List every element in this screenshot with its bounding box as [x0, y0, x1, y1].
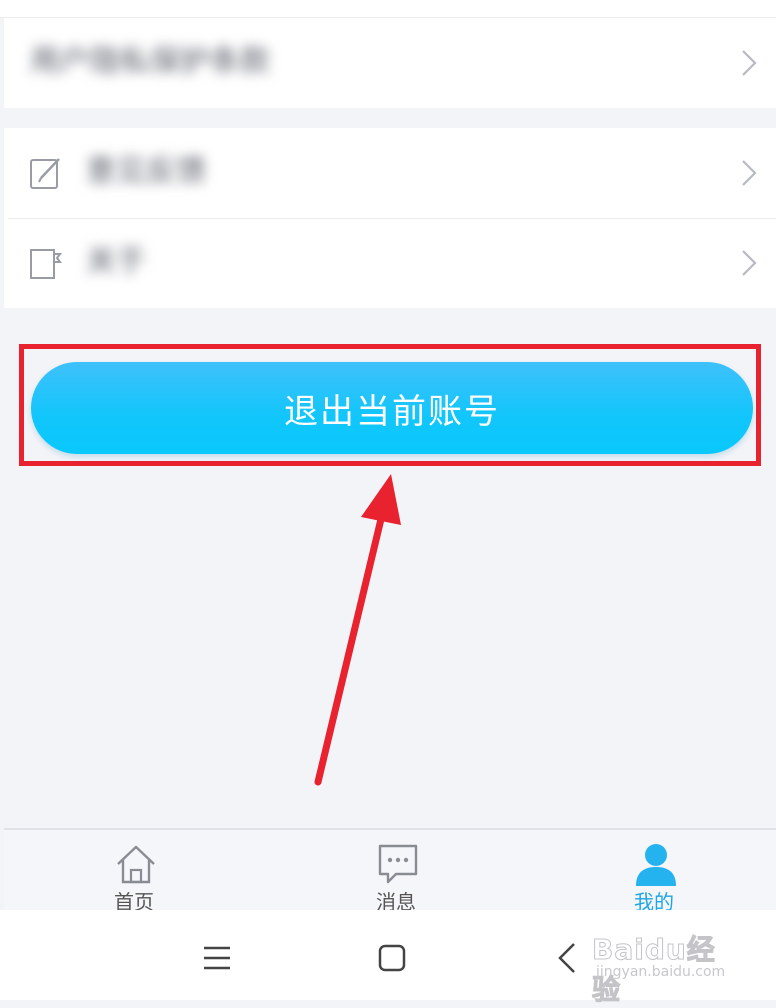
tab-messages[interactable]: 消息: [336, 840, 456, 914]
settings-item-label: 用户隐私保护条款: [30, 44, 270, 79]
watermark-url: jingyan.baidu.com: [596, 964, 726, 980]
edit-note-icon: [30, 158, 60, 189]
chevron-right-icon: [742, 50, 757, 76]
watermark: Baidu经验 jingyan.baidu.com: [592, 928, 742, 1007]
home-square-icon[interactable]: [372, 938, 412, 978]
home-icon: [117, 845, 155, 884]
settings-group-privacy: 用户隐私保护条款: [4, 18, 776, 108]
settings-item-feedback[interactable]: 意见反馈: [4, 128, 776, 218]
settings-item-privacy[interactable]: 用户隐私保护条款: [4, 18, 776, 108]
top-edge: [0, 0, 776, 18]
settings-item-label: 意见反馈: [86, 154, 206, 189]
user-icon: [636, 844, 676, 886]
menu-icon[interactable]: [196, 938, 236, 978]
tab-mine[interactable]: 我的: [594, 840, 714, 914]
settings-group-misc: 意见反馈 关于: [4, 128, 776, 308]
chevron-right-icon: [742, 250, 757, 276]
tab-home[interactable]: 首页: [74, 840, 194, 914]
settings-item-about[interactable]: 关于: [4, 218, 776, 308]
settings-item-label: 关于: [86, 244, 146, 279]
logout-button[interactable]: 退出当前账号: [31, 362, 753, 454]
back-chevron-icon[interactable]: [548, 938, 588, 978]
chevron-right-icon: [742, 160, 757, 186]
message-icon: [378, 844, 418, 884]
about-doc-icon: [30, 249, 62, 279]
bottom-tab-bar: 首页 消息 我的: [4, 828, 776, 914]
